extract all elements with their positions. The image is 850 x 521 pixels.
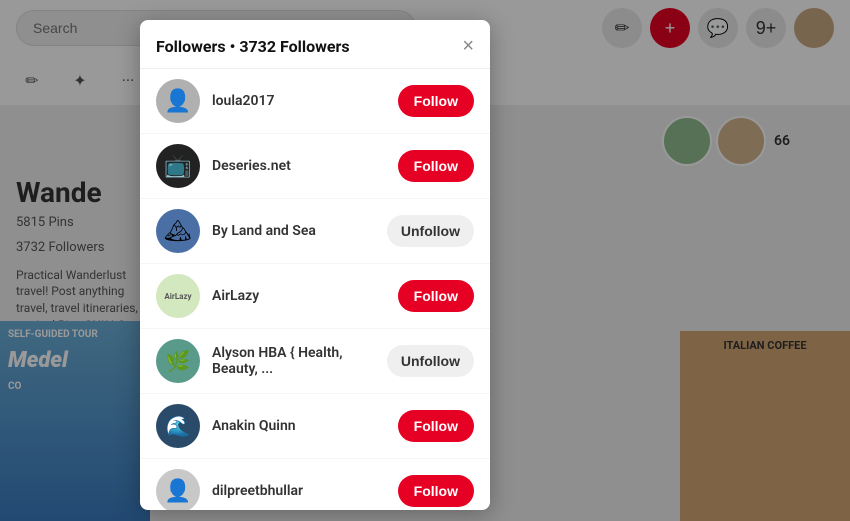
follow-button[interactable]: Follow (398, 150, 474, 182)
follow-button[interactable]: Follow (398, 410, 474, 442)
followers-modal: Followers • 3732 Followers × 👤 loula2017 F… (140, 20, 490, 510)
follower-name: Alyson HBA { Health, Beauty, ... (212, 345, 375, 377)
follower-row: 🌿 Alyson HBA { Health, Beauty, ... Unfollo… (140, 329, 490, 394)
follower-avatar: 🏔 (156, 209, 200, 253)
follower-name: Anakin Quinn (212, 418, 386, 434)
follower-avatar: 🌿 (156, 339, 200, 383)
follower-name: loula2017 (212, 93, 386, 109)
follower-row: 👤 dilpreetbhullar Follow (140, 459, 490, 510)
follower-avatar: AirLazy (156, 274, 200, 318)
follower-avatar: 👤 (156, 469, 200, 510)
follower-name: By Land and Sea (212, 223, 375, 239)
follower-name: dilpreetbhullar (212, 483, 386, 499)
follow-button[interactable]: Follow (398, 280, 474, 312)
follower-row: 🏔 By Land and Sea Unfollow (140, 199, 490, 264)
follower-row: 👤 loula2017 Follow (140, 69, 490, 134)
follower-name: AirLazy (212, 288, 386, 304)
modal-title: Followers • 3732 Followers (156, 37, 350, 56)
follower-avatar: 👤 (156, 79, 200, 123)
modal-header: Followers • 3732 Followers × (140, 20, 490, 69)
follower-avatar: 🌊 (156, 404, 200, 448)
modal-close-button[interactable]: × (462, 36, 474, 56)
follower-name: Deseries.net (212, 158, 386, 174)
unfollow-button[interactable]: Unfollow (387, 215, 474, 247)
follower-avatar: 📺 (156, 144, 200, 188)
follower-row: 🌊 Anakin Quinn Follow (140, 394, 490, 459)
follower-row: AirLazy AirLazy Follow (140, 264, 490, 329)
follow-button[interactable]: Follow (398, 85, 474, 117)
unfollow-button[interactable]: Unfollow (387, 345, 474, 377)
follower-row: 📺 Deseries.net Follow (140, 134, 490, 199)
follow-button[interactable]: Follow (398, 475, 474, 507)
modal-body: 👤 loula2017 Follow 📺 Deseries.net Follow 🏔 By L… (140, 69, 490, 510)
